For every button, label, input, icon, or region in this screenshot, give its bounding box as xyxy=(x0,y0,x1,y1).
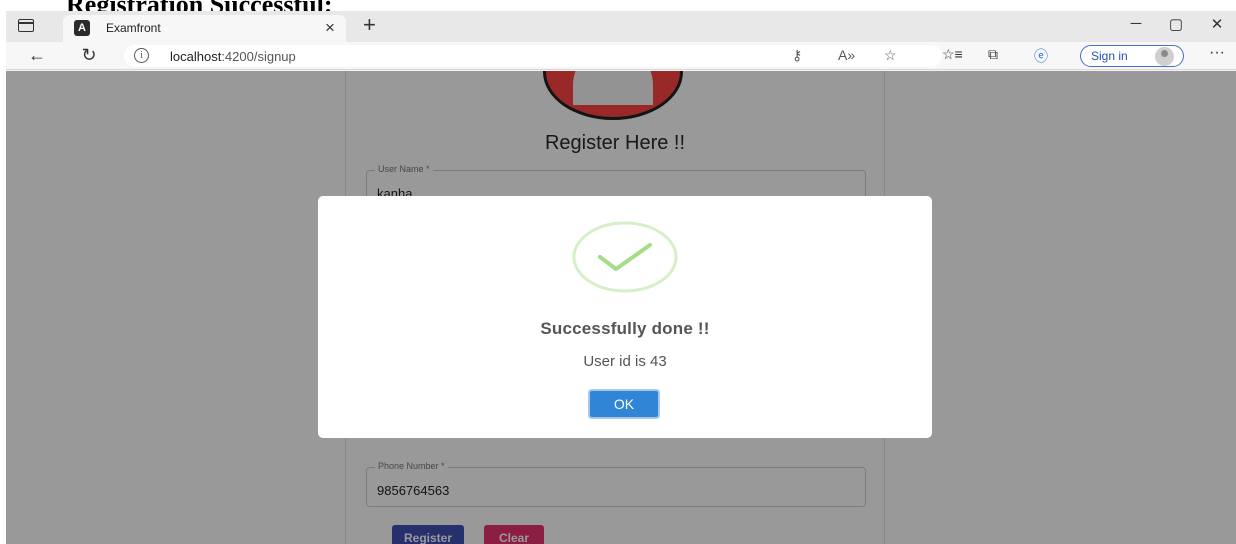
sign-in-button[interactable]: Sign in xyxy=(1080,45,1184,67)
back-arrow-icon[interactable]: ← xyxy=(26,45,48,66)
minimize-icon[interactable]: ─ xyxy=(1126,15,1146,32)
address-bar[interactable]: i localhost:4200/signup ⚷ A» ☆ xyxy=(124,45,942,67)
close-tab-icon[interactable]: × xyxy=(325,18,335,38)
browser-window: A Examfront × + ─ ▢ ✕ ← ↻ i localhost:42… xyxy=(6,11,1236,544)
sign-in-label: Sign in xyxy=(1091,49,1128,63)
ok-button[interactable]: OK xyxy=(588,389,660,419)
more-options-icon[interactable]: ··· xyxy=(1209,44,1225,62)
angular-favicon-icon: A xyxy=(74,20,90,36)
internet-explorer-icon[interactable]: ⓔ xyxy=(1034,46,1048,66)
window-close-icon[interactable]: ✕ xyxy=(1207,15,1227,33)
profile-avatar-icon xyxy=(1155,47,1174,66)
dialog-message: User id is 43 xyxy=(583,353,667,370)
refresh-icon[interactable]: ↻ xyxy=(78,45,100,66)
maximize-icon[interactable]: ▢ xyxy=(1166,15,1186,33)
page-viewport: Register Here !! User Name * kanha Phone… xyxy=(6,71,1236,544)
read-aloud-icon[interactable]: A» xyxy=(838,47,855,63)
tab-strip: A Examfront × + ─ ▢ ✕ xyxy=(6,11,1236,42)
key-icon[interactable]: ⚷ xyxy=(792,47,802,64)
browser-toolbar: ← ↻ i localhost:4200/signup ⚷ A» ☆ ☆≡ ⧉ … xyxy=(6,42,1236,70)
screenshot: Registration Successful: A Examfront × +… xyxy=(0,0,1236,544)
tab-examfront[interactable]: A Examfront × xyxy=(63,15,346,42)
collections-icon[interactable]: ⧉ xyxy=(988,46,998,63)
success-check-icon xyxy=(572,221,678,293)
url-host: localhost xyxy=(170,49,222,64)
url-path: :4200/signup xyxy=(221,49,296,64)
dialog-title: Successfully done !! xyxy=(540,319,710,338)
new-tab-icon[interactable]: + xyxy=(363,12,376,38)
site-info-icon[interactable]: i xyxy=(134,48,149,63)
url-text[interactable]: localhost:4200/signup xyxy=(170,49,296,64)
success-dialog: Successfully done !! User id is 43 OK xyxy=(318,196,932,438)
tab-title: Examfront xyxy=(106,21,161,35)
favorites-icon[interactable]: ☆≡ xyxy=(942,46,963,63)
tab-actions-icon[interactable] xyxy=(18,19,34,32)
add-favorite-icon[interactable]: ☆ xyxy=(884,47,897,64)
